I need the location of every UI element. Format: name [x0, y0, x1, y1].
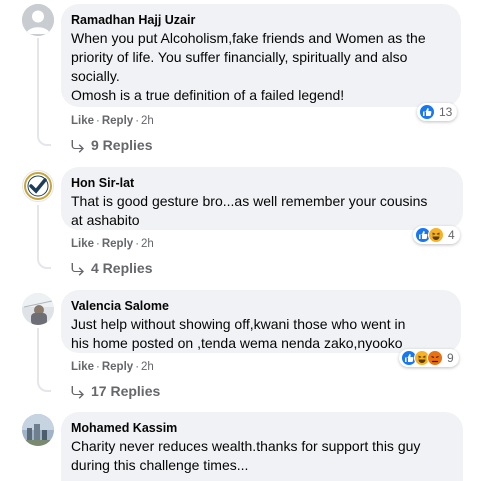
- avatar[interactable]: [22, 4, 54, 36]
- avatar[interactable]: [22, 414, 54, 446]
- comment-text-line: Charity never reduces wealth.thanks for …: [71, 438, 421, 454]
- like-icon: [419, 104, 435, 120]
- reply-button[interactable]: Reply: [102, 238, 133, 250]
- comment-text: That is good gesture bro...as well remem…: [71, 192, 451, 230]
- avatar[interactable]: [22, 170, 54, 202]
- reaction-summary[interactable]: 9: [399, 349, 459, 367]
- comment-text-line: Omosh is a true definition of a failed l…: [71, 87, 345, 103]
- view-replies-link[interactable]: 17 Replies: [71, 382, 160, 400]
- comment-text-line: priority of life. You suffer financially…: [71, 49, 408, 65]
- comment-text-line: his home posted on ,tenda wema nenda zak…: [71, 335, 403, 351]
- reaction-count: 4: [448, 228, 455, 242]
- reply-button[interactable]: Reply: [102, 361, 133, 373]
- comment-actions: Like · Reply · 2h: [71, 238, 154, 250]
- comment-bubble: Ramadhan Hajj Uzair When you put Alcohol…: [61, 4, 461, 107]
- reply-button[interactable]: Reply: [102, 115, 133, 127]
- thread-curve: [37, 255, 51, 269]
- like-button[interactable]: Like: [71, 361, 94, 373]
- thread-line: [37, 38, 39, 134]
- comment-text: Just help without showing off,kwani thos…: [71, 315, 449, 353]
- reaction-count: 13: [439, 105, 453, 119]
- comment-text-line: socially.: [71, 68, 120, 84]
- like-button[interactable]: Like: [71, 115, 94, 127]
- comment-author[interactable]: Hon Sir-lat: [71, 175, 451, 191]
- comment-author[interactable]: Mohamed Kassim: [71, 420, 451, 436]
- like-button[interactable]: Like: [71, 238, 94, 250]
- comment-text: When you put Alcoholism,fake friends and…: [71, 29, 449, 105]
- view-replies-link[interactable]: 4 Replies: [71, 259, 152, 277]
- comment-timestamp[interactable]: 2h: [141, 361, 154, 373]
- comment-text: Charity never reduces wealth.thanks for …: [71, 437, 451, 475]
- default-avatar-icon: [22, 4, 54, 36]
- comment-actions: Like · Reply · 2h: [71, 115, 154, 127]
- checkmark-logo-avatar: [24, 172, 52, 200]
- reply-arrow-icon: [71, 386, 84, 399]
- comment-bubble: Hon Sir-lat That is good gesture bro...a…: [61, 167, 463, 230]
- comment-text-line: at ashabito: [71, 212, 140, 228]
- photo-avatar: [22, 293, 54, 325]
- view-replies-link[interactable]: 9 Replies: [71, 136, 152, 154]
- reaction-summary[interactable]: 4: [413, 226, 460, 244]
- replies-count-label: 9 Replies: [91, 137, 153, 153]
- comment-author[interactable]: Valencia Salome: [71, 298, 449, 314]
- reply-arrow-icon: [71, 263, 84, 276]
- angry-icon: [427, 350, 443, 366]
- comment-text-line: When you put Alcoholism,fake friends and…: [71, 30, 426, 46]
- replies-count-label: 17 Replies: [91, 383, 161, 399]
- photo-avatar: [22, 414, 54, 446]
- comment-thread: Ramadhan Hajj Uzair When you put Alcohol…: [0, 0, 498, 481]
- comment-text-line: Just help without showing off,kwani thos…: [71, 316, 406, 332]
- thread-curve: [37, 132, 51, 146]
- thread-curve: [37, 378, 51, 392]
- reply-arrow-icon: [71, 140, 84, 153]
- comment-text-line: during this challenge times...: [71, 457, 249, 473]
- comment-author[interactable]: Ramadhan Hajj Uzair: [71, 12, 449, 28]
- comment-timestamp[interactable]: 2h: [141, 115, 154, 127]
- reaction-summary[interactable]: 13: [417, 103, 458, 121]
- comment-bubble: Valencia Salome Just help without showin…: [61, 290, 461, 353]
- haha-icon: [428, 227, 444, 243]
- thread-line: [37, 328, 39, 380]
- comment-timestamp[interactable]: 2h: [141, 238, 154, 250]
- comment-text-line: That is good gesture bro...as well remem…: [71, 193, 428, 209]
- reaction-count: 9: [447, 351, 454, 365]
- comment-actions: Like · Reply · 2h: [71, 361, 154, 373]
- comment-bubble: Mohamed Kassim Charity never reduces wea…: [61, 412, 463, 481]
- avatar[interactable]: [22, 293, 54, 325]
- replies-count-label: 4 Replies: [91, 260, 153, 276]
- thread-line: [37, 205, 39, 257]
